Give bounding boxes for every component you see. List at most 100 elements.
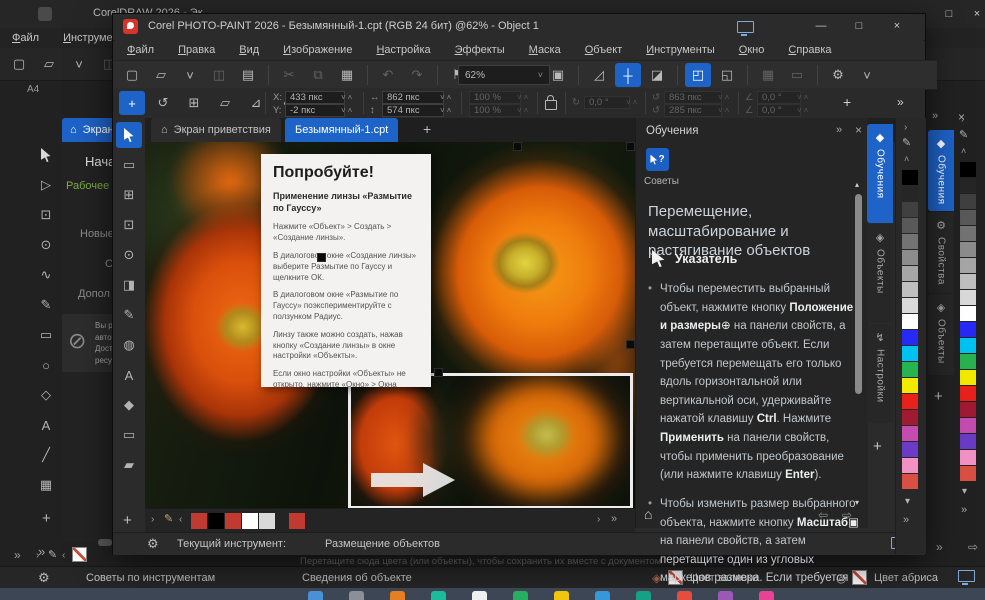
photopaint-titlebar[interactable]: Corel PHOTO-PAINT 2026 - Безымянный-1.cp… — [113, 14, 925, 41]
fullscreen-preview-button[interactable]: ▣ — [545, 63, 571, 87]
x-spinner[interactable]: ˅˄ — [341, 93, 354, 102]
photopaint-menu-6[interactable]: Маска — [517, 40, 573, 60]
scroll-down-icon[interactable]: ▾ — [855, 498, 859, 507]
add-docker-button[interactable]: + — [873, 438, 882, 455]
palette-collapse-button[interactable]: ‹ — [62, 550, 65, 561]
mask-transform-tool[interactable]: ⊞ — [116, 182, 142, 208]
taskbar-app-icon[interactable] — [636, 591, 651, 600]
color-swatch[interactable] — [902, 474, 918, 489]
image-color-swatch[interactable] — [289, 513, 305, 529]
eyedropper-icon[interactable]: ✎ — [164, 512, 173, 525]
snap-toggle[interactable]: ┼ — [615, 63, 641, 87]
palette-scroll-top[interactable]: ˄ — [904, 154, 909, 164]
welcome-item-new[interactable]: Новые — [80, 228, 114, 240]
color-swatch[interactable] — [902, 362, 918, 377]
color-swatch[interactable] — [902, 266, 918, 281]
photopaint-menu-4[interactable]: Настройка — [364, 40, 442, 60]
color-swatch[interactable] — [902, 442, 918, 457]
eraser-tool[interactable]: ▰ — [116, 452, 142, 478]
print-button[interactable]: ▤ — [235, 63, 261, 87]
selection-handle[interactable] — [434, 368, 443, 377]
image-color-swatch[interactable] — [191, 513, 207, 529]
open-dropdown[interactable]: ˅ — [66, 52, 92, 76]
selection-handle[interactable] — [626, 142, 635, 151]
selection-handle[interactable] — [317, 253, 326, 262]
coreldraw-docker-tab-2[interactable]: ◈Объекты — [928, 294, 954, 375]
close-button[interactable]: × — [966, 5, 985, 23]
docker-tab-2[interactable]: ↯Настройки — [867, 324, 893, 423]
docker-collapse-button[interactable]: » — [836, 124, 842, 136]
height-spinner[interactable]: ˅˄ — [440, 106, 453, 115]
docker-tab-1[interactable]: ◈Объекты — [867, 224, 893, 323]
color-swatch[interactable] — [960, 370, 976, 385]
rotate-mode-button[interactable]: ↺ — [150, 91, 176, 115]
palette-overflow-button[interactable]: » — [961, 504, 967, 516]
freehand-tool[interactable]: ∿ — [33, 262, 59, 288]
color-swatch[interactable] — [960, 178, 976, 193]
crop-tool[interactable]: ⊡ — [33, 202, 59, 228]
eyedropper-icon[interactable]: ✎ — [48, 548, 57, 561]
photopaint-menu-10[interactable]: Справка — [776, 40, 843, 60]
docker-close-button[interactable]: × — [855, 123, 862, 137]
tab-welcome-screen[interactable]: ⌂ Экран приветствия — [151, 118, 281, 142]
status-gear-icon[interactable]: ⚙ — [147, 536, 159, 552]
color-swatch[interactable] — [902, 346, 918, 361]
palette-scroll-top[interactable]: ˄ — [961, 146, 966, 156]
clone-tool[interactable]: ◨ — [116, 272, 142, 298]
color-swatch[interactable] — [902, 394, 918, 409]
image-color-swatch[interactable] — [225, 513, 241, 529]
titlebar-monitor-icon[interactable] — [737, 21, 754, 33]
welcome-item-c[interactable]: С — [105, 258, 113, 270]
selection-handle[interactable] — [513, 142, 522, 151]
photopaint-menu-5[interactable]: Эффекты — [443, 40, 517, 60]
palette-overflow-button[interactable]: » — [14, 548, 21, 562]
zoom-level-combobox[interactable]: 62% ˅ — [458, 65, 550, 85]
color-swatch[interactable] — [902, 410, 918, 425]
color-swatch[interactable] — [960, 226, 976, 241]
object-marquee-toggle[interactable]: ◱ — [714, 63, 740, 87]
paste-button[interactable]: ▦ — [334, 63, 360, 87]
ellipse-tool[interactable]: ○ — [33, 352, 59, 378]
pick-tool[interactable] — [116, 122, 142, 148]
palette-expand-button[interactable]: › — [36, 550, 39, 561]
eyedropper-icon[interactable]: ✎ — [959, 128, 968, 141]
image-color-swatch[interactable] — [242, 513, 258, 529]
rulers-toggle[interactable]: ◿ — [586, 63, 612, 87]
color-swatch[interactable] — [902, 250, 918, 265]
property-bar-overflow-button[interactable]: » — [897, 95, 904, 109]
palette-scroll-right[interactable]: › — [597, 514, 600, 525]
status-object-info[interactable]: Сведения об объекте — [302, 572, 412, 584]
photopaint-menu-7[interactable]: Объект — [573, 40, 634, 60]
photopaint-menu-3[interactable]: Изображение — [271, 40, 364, 60]
color-swatch[interactable] — [902, 282, 918, 297]
horizontal-scrollbar[interactable] — [98, 539, 112, 546]
color-swatch[interactable] — [960, 274, 976, 289]
color-swatch[interactable] — [960, 386, 976, 401]
tips-button[interactable]: ? — [646, 148, 669, 171]
taskbar-app-icon[interactable] — [308, 591, 323, 600]
palette-collapse-button[interactable]: ‹ — [179, 514, 182, 525]
minimize-button[interactable]: — — [810, 17, 832, 35]
status-tool-tips[interactable]: Советы по инструментам — [86, 572, 215, 584]
document-palette-none-swatch[interactable] — [72, 547, 87, 562]
maximize-button[interactable]: □ — [848, 17, 870, 35]
scroll-up-icon[interactable]: ▴ — [855, 180, 859, 189]
welcome-item-more[interactable]: Допол — [78, 288, 110, 300]
new-tab-button[interactable]: + — [423, 121, 431, 137]
photopaint-menu-8[interactable]: Инструменты — [634, 40, 727, 60]
photopaint-menu-2[interactable]: Вид — [227, 40, 271, 60]
color-swatch[interactable] — [960, 290, 976, 305]
docker-collapse-button[interactable]: » — [932, 110, 938, 122]
color-swatch[interactable] — [902, 234, 918, 249]
add-property-button[interactable]: + — [843, 94, 851, 110]
position-size-mode-button[interactable]: + — [119, 91, 145, 115]
docker-more-button[interactable]: » — [936, 540, 943, 554]
options-dropdown[interactable]: ˅ — [854, 63, 880, 87]
options-button[interactable]: ⚙ — [825, 63, 851, 87]
color-swatch[interactable] — [902, 378, 918, 393]
color-swatch[interactable] — [960, 402, 976, 417]
rotation-center-x-field[interactable]: 863 пкс — [664, 91, 722, 104]
image-color-swatch[interactable] — [208, 513, 224, 529]
text-tool[interactable]: A — [116, 362, 142, 388]
scale-h-field[interactable]: 100 % — [469, 91, 521, 104]
